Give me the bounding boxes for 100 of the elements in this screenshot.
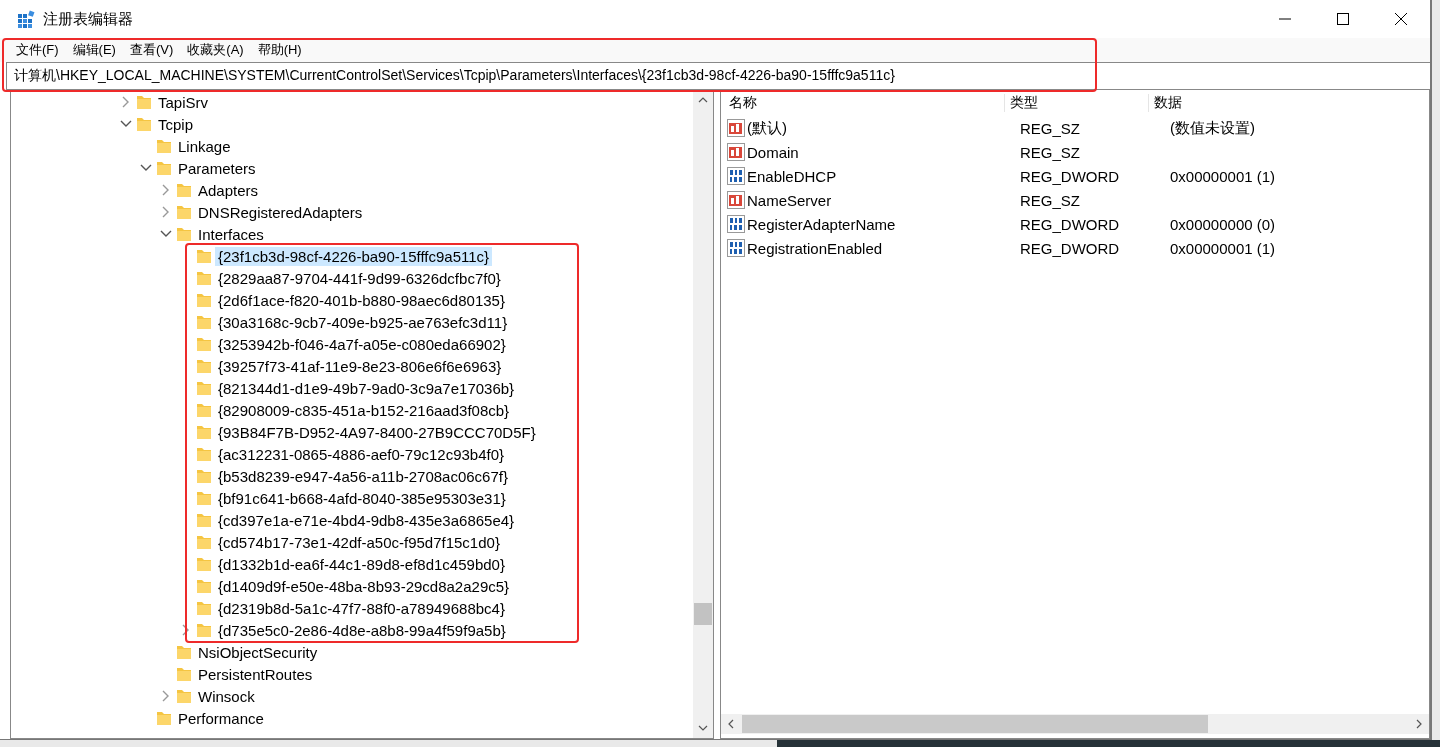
folder-icon (196, 468, 212, 484)
window-title: 注册表编辑器 (43, 9, 133, 29)
string-value-icon (727, 119, 745, 137)
tree-item[interactable]: {23f1cb3d-98cf-4226-ba90-15fffc9a511c} (215, 246, 493, 266)
horizontal-scrollbar[interactable] (721, 714, 1429, 734)
tree-item[interactable]: {bf91c641-b668-4afd-8040-385e95303e31} (215, 488, 509, 508)
tree-item[interactable]: {ac312231-0865-4886-aef0-79c12c93b4f0} (215, 444, 508, 464)
menu-item[interactable]: 查看(V) (129, 41, 174, 59)
tree-item[interactable]: Performance (175, 708, 267, 728)
tree-item[interactable]: {d1332b1d-ea6f-44c1-89d8-ef8d1c459bd0} (215, 554, 508, 574)
folder-icon (156, 710, 172, 726)
binary-value-icon (727, 215, 745, 233)
folder-icon (196, 490, 212, 506)
value-type: REG_DWORD (1020, 167, 1121, 185)
folder-icon (176, 688, 192, 704)
folder-icon (196, 556, 212, 572)
tree-item[interactable]: PersistentRoutes (195, 664, 316, 684)
tree-item[interactable]: {93B84F7B-D952-4A97-8400-27B9CCC70D5F} (215, 422, 539, 442)
folder-icon (196, 270, 212, 286)
folder-icon (176, 644, 192, 660)
binary-value-icon (727, 239, 745, 257)
folder-icon (136, 94, 152, 110)
folder-icon (176, 204, 192, 220)
value-name[interactable]: NameServer (747, 191, 832, 209)
folder-icon (156, 138, 172, 154)
tree-item[interactable]: Interfaces (195, 224, 267, 244)
folder-icon (196, 402, 212, 418)
folder-icon (196, 446, 212, 462)
folder-icon (156, 160, 172, 176)
value-data: (数值未设置) (1170, 118, 1255, 138)
value-name[interactable]: Domain (747, 143, 799, 161)
string-value-icon (727, 191, 745, 209)
binary-value-icon (727, 167, 745, 185)
menu-item[interactable]: 帮助(H) (257, 41, 302, 59)
value-data: 0x00000001 (1) (1170, 239, 1276, 257)
folder-icon (196, 358, 212, 374)
tree-item[interactable]: {82908009-c835-451a-b152-216aad3f08cb} (215, 400, 513, 420)
column-header[interactable]: 数据 (1149, 94, 1429, 112)
tree-item[interactable]: TapiSrv (155, 92, 212, 112)
tree-item[interactable]: Winsock (195, 686, 258, 706)
scroll-left-icon[interactable] (728, 719, 734, 729)
folder-icon (196, 622, 212, 638)
folder-icon (176, 666, 192, 682)
folder-icon (196, 600, 212, 616)
menu-item[interactable]: 编辑(E) (72, 41, 116, 59)
folder-icon (196, 512, 212, 528)
tree-item[interactable]: Tcpip (155, 114, 197, 134)
tree-item[interactable]: DNSRegisteredAdapters (195, 202, 366, 222)
value-name[interactable]: RegistrationEnabled (747, 239, 883, 257)
maximize-icon (1337, 13, 1349, 25)
tree-item[interactable]: Adapters (195, 180, 262, 200)
scrollbar-thumb[interactable] (742, 715, 1208, 733)
folder-icon (176, 226, 192, 242)
tree-item[interactable]: {cd574b17-73e1-42df-a50c-f95d7f15c1d0} (215, 532, 503, 552)
scroll-down-icon[interactable] (698, 725, 708, 731)
tree-item[interactable]: {cd397e1a-e71e-4bd4-9db8-435e3a6865e4} (215, 510, 518, 530)
tree-item[interactable]: {39257f73-41af-11e9-8e23-806e6f6e6963} (215, 356, 505, 376)
scrollbar-thumb[interactable] (694, 603, 712, 625)
string-value-icon (727, 143, 745, 161)
value-data: 0x00000001 (1) (1170, 167, 1276, 185)
tree-item[interactable]: {2829aa87-9704-441f-9d99-6326dcfbc7f0} (215, 268, 504, 288)
value-data: 0x00000000 (0) (1170, 215, 1276, 233)
tree-item[interactable]: {30a3168c-9cb7-409e-b925-ae763efc3d11} (215, 312, 511, 332)
value-type: REG_DWORD (1020, 239, 1121, 257)
tree-item[interactable]: {2d6f1ace-f820-401b-b880-98aec6d80135} (215, 290, 508, 310)
registry-app-icon (18, 10, 36, 28)
folder-icon (196, 578, 212, 594)
value-type: REG_SZ (1020, 191, 1081, 209)
tree-item[interactable]: {821344d1-d1e9-49b7-9ad0-3c9a7e17036b} (215, 378, 518, 398)
value-type: REG_SZ (1020, 143, 1081, 161)
menu-item[interactable]: 收藏夹(A) (187, 41, 244, 59)
value-name[interactable]: RegisterAdapterName (747, 215, 896, 233)
folder-icon (196, 292, 212, 308)
folder-icon (196, 336, 212, 352)
tree-item[interactable]: {b53d8239-e947-4a56-a11b-2708ac06c67f} (215, 466, 511, 486)
tree-item[interactable]: NsiObjectSecurity (195, 642, 321, 662)
menu-item[interactable]: 文件(F) (16, 41, 59, 59)
tree-item[interactable]: {d735e5c0-2e86-4d8e-a8b8-99a4f59f9a5b} (215, 620, 509, 640)
close-icon (1395, 13, 1407, 25)
folder-icon (196, 248, 212, 264)
folder-icon (196, 424, 212, 440)
value-name[interactable]: (默认) (747, 118, 787, 138)
folder-icon (176, 182, 192, 198)
tree-item[interactable]: {d2319b8d-5a1c-47f7-88f0-a78949688bc4} (215, 598, 508, 618)
tree-item[interactable]: {3253942b-f046-4a7f-a05e-c080eda66902} (215, 334, 509, 354)
vertical-scrollbar[interactable] (693, 90, 713, 738)
scroll-right-icon[interactable] (1416, 719, 1422, 729)
column-header[interactable]: 类型 (1004, 94, 1150, 112)
address-field[interactable]: 计算机\HKEY_LOCAL_MACHINE\SYSTEM\CurrentControlSet\Services\Tcpip\Parameters\Interfaces\{23f1cb3d-98cf-4226-ba90-15fffc9a511c} (6, 62, 1430, 90)
tree-item[interactable]: Linkage (175, 136, 234, 156)
folder-icon (136, 116, 152, 132)
tree-item[interactable]: Parameters (175, 158, 259, 178)
scroll-up-icon[interactable] (698, 97, 708, 103)
tree-item[interactable]: {d1409d9f-e50e-48ba-8b93-29cd8a2a29c5} (215, 576, 513, 596)
folder-icon (196, 380, 212, 396)
value-name[interactable]: EnableDHCP (747, 167, 837, 185)
folder-icon (196, 314, 212, 330)
folder-icon (196, 534, 212, 550)
value-type: REG_DWORD (1020, 215, 1121, 233)
column-header[interactable]: 名称 (727, 94, 1005, 112)
